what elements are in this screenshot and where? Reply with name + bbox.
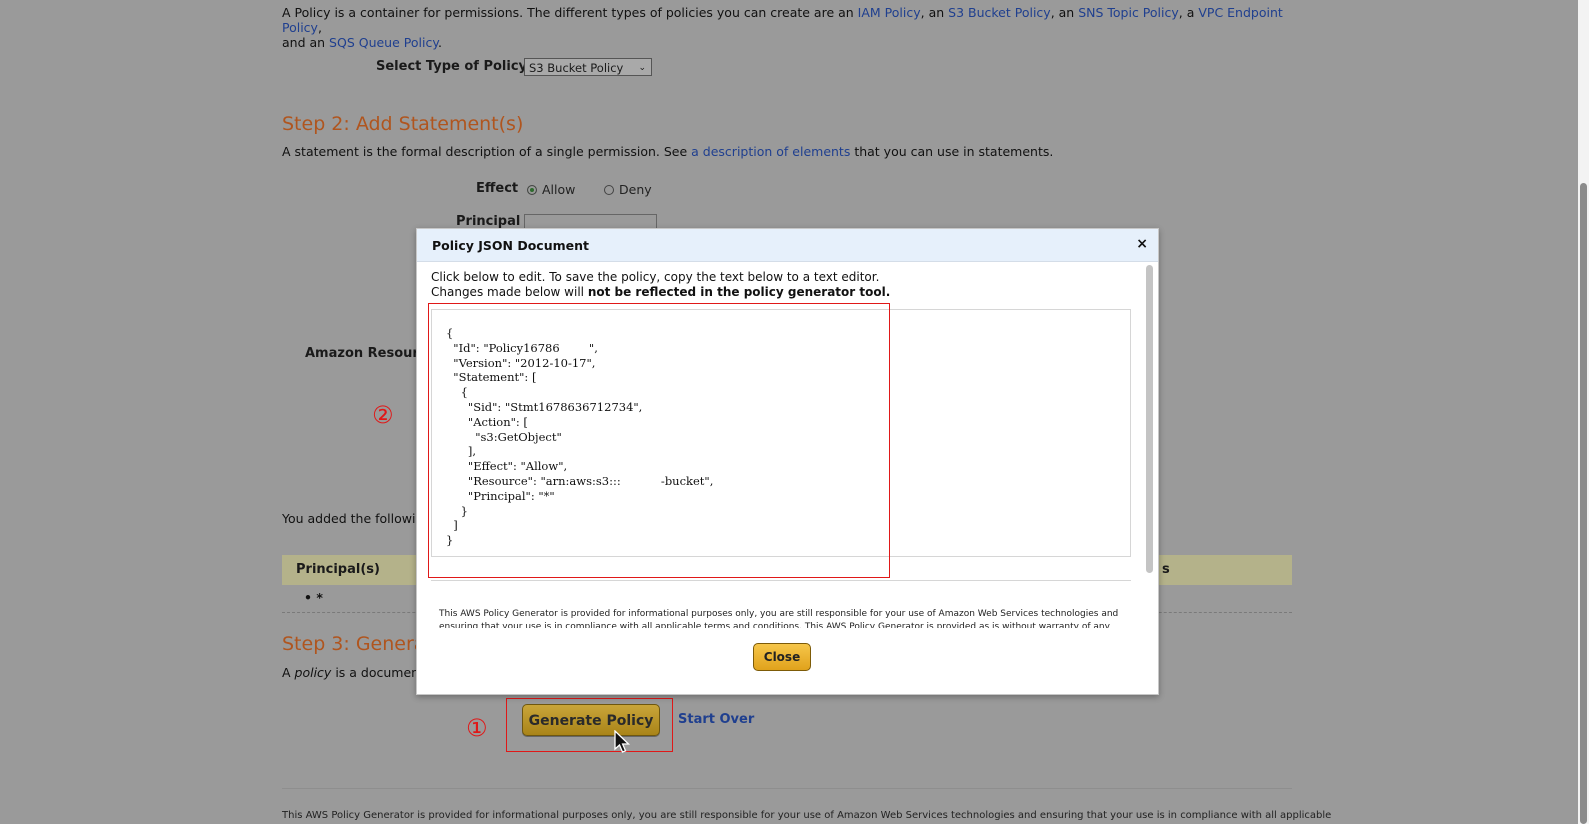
principal-input[interactable]	[524, 214, 657, 229]
highlight-json-box	[428, 303, 890, 578]
policy-generator-page: A Policy is a container for permissions.…	[0, 0, 1589, 824]
modal-title: Policy JSON Document	[432, 238, 589, 253]
effect-allow-radio[interactable]: Allow	[527, 182, 575, 197]
page-scrollbar-thumb[interactable]	[1580, 183, 1587, 824]
start-over-link[interactable]: Start Over	[678, 712, 754, 727]
chevron-down-icon: ⌄	[638, 63, 646, 73]
close-icon[interactable]: ×	[1136, 236, 1148, 252]
policy-type-selected: S3 Bucket Policy	[529, 61, 624, 75]
footer-disclaimer: This AWS Policy Generator is provided fo…	[282, 810, 1332, 821]
modal-instructions: Click below to edit. To save the policy,…	[431, 270, 891, 299]
mouse-cursor-icon	[614, 730, 631, 753]
effect-label: Effect	[476, 181, 519, 196]
close-button[interactable]: Close	[753, 643, 811, 671]
s3-bucket-policy-link[interactable]: S3 Bucket Policy	[948, 5, 1051, 20]
step3-description: A policy is a documen	[282, 665, 420, 680]
policy-type-label: Select Type of Policy	[376, 59, 528, 74]
step2-description: A statement is the formal description of…	[282, 144, 1054, 159]
footer-divider	[282, 788, 1292, 789]
modal-header: Policy JSON Document ×	[417, 229, 1158, 262]
principals-column-header: Principal(s)	[296, 562, 380, 577]
principal-row-value: • *	[304, 590, 323, 605]
modal-disclaimer: This AWS Policy Generator is provided fo…	[439, 609, 1119, 628]
generate-policy-button[interactable]: Generate Policy	[522, 704, 660, 736]
modal-scrollbar[interactable]	[1146, 265, 1153, 573]
policy-intro: A Policy is a container for permissions.…	[282, 5, 1283, 50]
step2-title: Step 2: Add Statement(s)	[282, 113, 524, 135]
principal-label: Principal	[456, 214, 521, 229]
sns-topic-policy-link[interactable]: SNS Topic Policy	[1078, 5, 1179, 20]
iam-policy-link[interactable]: IAM Policy	[858, 5, 921, 20]
arn-label: Amazon Resourc	[305, 346, 427, 361]
sqs-queue-policy-link[interactable]: SQS Queue Policy	[329, 35, 438, 50]
column-header-tail: s	[1162, 562, 1170, 577]
step3-title: Step 3: Genera	[282, 633, 426, 655]
effect-deny-radio[interactable]: Deny	[604, 182, 652, 197]
annotation-number-two: ②	[372, 401, 394, 429]
annotation-number-one: ①	[466, 714, 488, 742]
radio-checked-icon	[527, 185, 537, 195]
description-of-elements-link[interactable]: a description of elements	[691, 144, 850, 159]
added-statements-text: You added the followir	[282, 511, 421, 526]
page-scrollbar[interactable]	[1578, 0, 1589, 824]
modal-divider	[431, 580, 1131, 581]
radio-unchecked-icon	[604, 185, 614, 195]
policy-type-select[interactable]: S3 Bucket Policy ⌄	[524, 58, 652, 76]
